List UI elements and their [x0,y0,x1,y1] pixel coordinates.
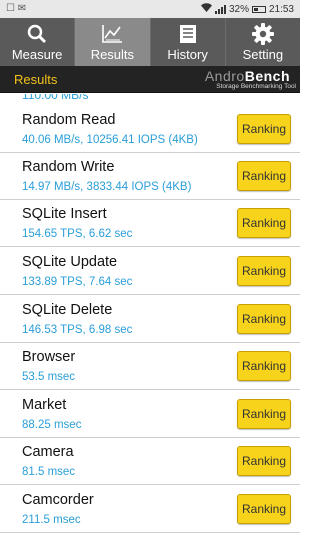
ranking-button[interactable]: Ranking [237,351,291,381]
clock: 21:53 [268,3,294,15]
tab-measure[interactable]: Measure [0,18,76,66]
search-icon [27,23,47,44]
result-row-market: Market 88.25 msec Ranking [0,391,300,438]
partial-value: 110.00 MB/s [22,94,89,102]
tab-bar: Measure Results History Setting [0,18,300,66]
tab-label: History [167,47,208,62]
ranking-button[interactable]: Ranking [237,399,291,429]
result-name: Random Read [22,112,116,128]
chart-icon [101,23,123,44]
ranking-button[interactable]: Ranking [237,304,291,334]
result-row-random-write: Random Write 14.97 MB/s, 3833.44 IOPS (4… [0,153,300,200]
wifi-icon [200,3,212,15]
result-value: 53.5 msec [22,371,76,383]
result-row-sqlite-update: SQLite Update 133.89 TPS, 7.64 sec Ranki… [0,248,300,295]
androbench-logo: AndroBench Storage Benchmarking Tool [195,68,296,92]
result-name: Market [22,397,67,413]
result-value: 40.06 MB/s, 10256.41 IOPS (4KB) [22,134,198,146]
ranking-button[interactable]: Ranking [237,208,291,238]
result-value: 154.65 TPS, 6.62 sec [22,228,133,240]
status-bar: ☐ ✉ 32% 21:53 [0,0,300,18]
tab-label: Measure [11,47,63,62]
tab-results[interactable]: Results [75,18,151,66]
result-value: 88.25 msec [22,419,82,431]
result-value: 133.89 TPS, 7.64 sec [22,276,133,288]
result-name: SQLite Update [22,254,118,270]
battery-icon [251,5,266,13]
result-row-camera: Camera 81.5 msec Ranking [0,438,300,485]
ranking-button[interactable]: Ranking [237,161,291,191]
ranking-button[interactable]: Ranking [237,494,291,524]
tab-setting[interactable]: Setting [226,18,300,66]
battery-percent: 32% [228,3,249,15]
result-row-sqlite-insert: SQLite Insert 154.65 TPS, 6.62 sec Ranki… [0,200,300,247]
ranking-button[interactable]: Ranking [237,256,291,286]
result-value: 14.97 MB/s, 3833.44 IOPS (4KB) [22,181,192,193]
results-header: Results AndroBench Storage Benchmarking … [0,66,300,93]
logo-tagline: Storage Benchmarking Tool [216,83,296,90]
result-name: SQLite Insert [22,206,107,222]
logo-wordmark: AndroBench [204,68,290,84]
tab-label: Results [90,47,135,62]
results-list[interactable]: 110.00 MB/s Random Read 40.06 MB/s, 1025… [0,94,300,533]
tab-label: Setting [242,47,284,62]
result-row-camcorder: Camcorder 211.5 msec Ranking [0,486,300,533]
result-row-sqlite-delete: SQLite Delete 146.53 TPS, 6.98 sec Ranki… [0,296,300,343]
result-name: Camcorder [22,492,94,508]
notification-icons: ☐ ✉ [6,3,27,14]
signal-icon [214,4,226,14]
status-right: 32% 21:53 [200,3,294,15]
result-name: Browser [22,349,76,365]
result-name: SQLite Delete [22,302,113,318]
gear-icon [251,22,274,45]
result-value: 81.5 msec [22,466,76,478]
list-icon [178,23,198,44]
result-value: 146.53 TPS, 6.98 sec [22,324,133,336]
ranking-button[interactable]: Ranking [237,114,291,144]
page-title: Results [14,72,58,87]
result-name: Camera [22,444,74,460]
result-row-browser: Browser 53.5 msec Ranking [0,343,300,390]
result-value: 211.5 msec [22,514,81,526]
tab-history[interactable]: History [151,18,226,66]
ranking-button[interactable]: Ranking [237,446,291,476]
result-row-random-read: Random Read 40.06 MB/s, 10256.41 IOPS (4… [0,106,300,153]
result-name: Random Write [22,159,115,175]
